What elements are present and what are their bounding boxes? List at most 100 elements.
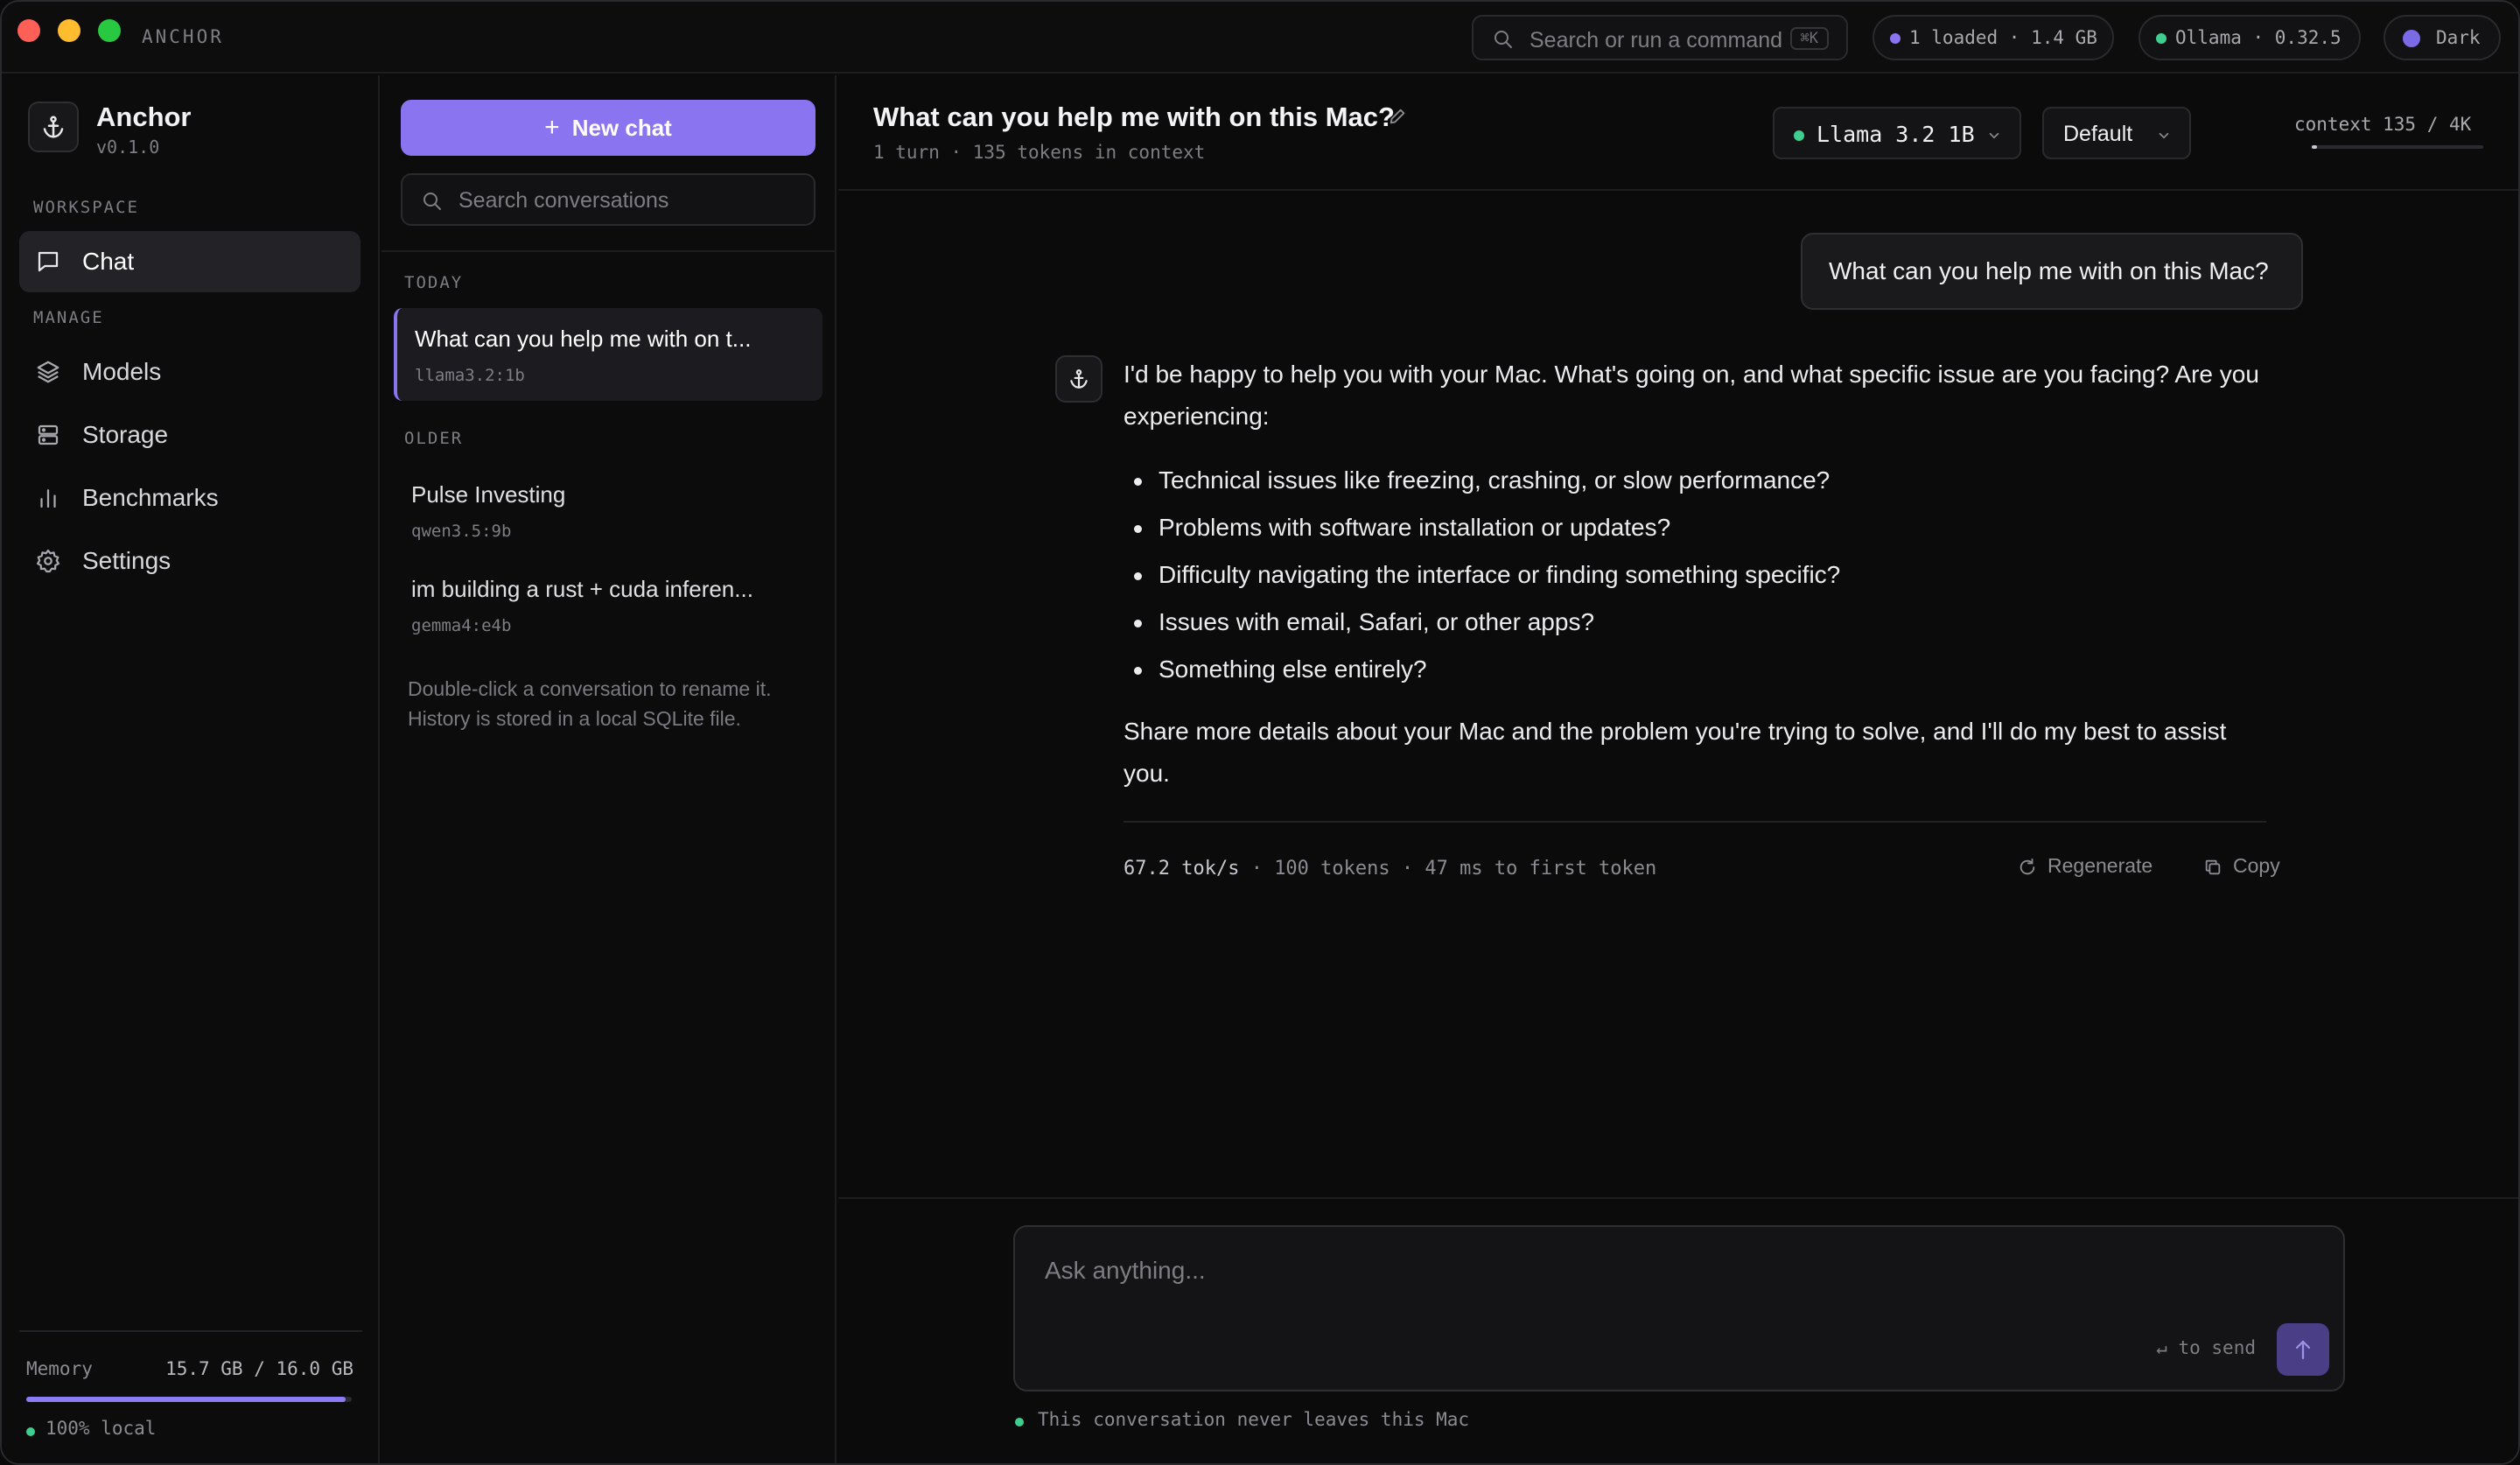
list-item: Something else entirely? — [1124, 646, 2261, 693]
sidebar-item-label: Benchmarks — [82, 484, 219, 511]
command-search-placeholder: Search or run a command — [1530, 28, 1783, 53]
list-item: Difficulty navigating the interface or f… — [1124, 551, 2261, 599]
brand-version: v0.1.0 — [96, 137, 160, 158]
send-button[interactable] — [2277, 1323, 2329, 1376]
local-status-dot — [26, 1427, 35, 1436]
conversation-title: Pulse Investing — [411, 481, 566, 508]
brand-name: Anchor — [96, 102, 192, 132]
loaded-models-status[interactable]: 1 loaded · 1.4 GB — [1872, 15, 2114, 60]
message-input[interactable]: Ask anything... ↵ to send — [1013, 1225, 2345, 1391]
context-usage-label: context 135 / 4K — [2294, 114, 2472, 135]
memory-bar-fill — [26, 1397, 346, 1402]
minimize-window-button[interactable] — [58, 19, 80, 42]
assistant-avatar-anchor-icon — [1055, 355, 1102, 403]
chat-main: What can you help me with on this Mac? 1… — [838, 75, 2518, 1463]
message-input-placeholder: Ask anything... — [1045, 1257, 1206, 1284]
generation-stats-detail: · 100 tokens · 47 ms to first token — [1239, 858, 1657, 880]
conversation-hint: Double-click a conversation to rename it… — [408, 677, 772, 730]
list-item: Technical issues like freezing, crashing… — [1124, 457, 2261, 504]
ollama-status-text: Ollama · 0.32.5 — [2175, 27, 2342, 48]
assistant-message-list: Technical issues like freezing, crashing… — [1124, 457, 2261, 693]
conversation-panel: + New chat Search conversations TODAY Wha… — [382, 75, 836, 1463]
memory-bar — [26, 1397, 352, 1402]
sidebar-item-benchmarks[interactable]: Benchmarks — [19, 467, 360, 529]
pencil-icon[interactable] — [1388, 107, 1407, 130]
copy-label: Copy — [2233, 854, 2280, 877]
storage-icon — [35, 422, 61, 452]
local-status-label: 100% local — [46, 1418, 157, 1439]
gear-icon — [35, 548, 61, 578]
chat-title: What can you help me with on this Mac? — [873, 102, 1395, 132]
workspace-section-label: WORKSPACE — [33, 198, 139, 217]
user-message: What can you help me with on this Mac? — [1801, 233, 2303, 310]
anchor-logo-icon — [28, 102, 79, 152]
chat-header: What can you help me with on this Mac? 1… — [838, 75, 2518, 191]
copy-button[interactable]: Copy — [2203, 854, 2280, 884]
chat-icon — [35, 249, 61, 279]
search-icon — [422, 191, 443, 216]
message-divider — [1124, 821, 2266, 823]
sidebar-item-label: Chat — [82, 248, 135, 275]
chevron-down-icon — [1986, 128, 2002, 148]
sidebar-item-settings[interactable]: Settings — [19, 530, 360, 592]
layers-icon — [35, 359, 61, 389]
composer-area: Ask anything... ↵ to send This conversat… — [838, 1197, 2518, 1463]
app-window: ANCHOR Search or run a command ⌘K 1 load… — [0, 0, 2520, 1465]
sidebar: Anchor v0.1.0 WORKSPACE Chat MANAGE Mode… — [2, 75, 380, 1463]
manage-section-label: MANAGE — [33, 308, 104, 327]
privacy-status-dot — [1015, 1418, 1024, 1426]
conversation-title: im building a rust + cuda inferen... — [411, 576, 753, 602]
search-icon — [1493, 29, 1514, 54]
theme-label: Dark — [2436, 27, 2481, 48]
tokens-per-second: 67.2 tok/s — [1124, 858, 1240, 880]
title-bar: ANCHOR Search or run a command ⌘K 1 load… — [2, 2, 2518, 74]
memory-label: Memory — [26, 1358, 93, 1379]
conversation-item[interactable]: im building a rust + cuda inferen... gem… — [394, 558, 822, 651]
context-usage-bar — [2312, 145, 2483, 149]
theme-toggle[interactable]: Dark — [2384, 15, 2501, 60]
preset-select[interactable]: Default — [2042, 107, 2191, 159]
close-window-button[interactable] — [18, 19, 40, 42]
conversation-search-placeholder: Search conversations — [458, 188, 669, 213]
list-item: Issues with email, Safari, or other apps… — [1124, 599, 2261, 646]
command-search[interactable]: Search or run a command ⌘K — [1472, 15, 1848, 60]
plus-icon: + — [544, 113, 560, 142]
shortcut-badge: ⌘K — [1789, 27, 1829, 50]
conversation-search-input[interactable]: Search conversations — [401, 173, 816, 226]
sidebar-item-label: Settings — [82, 547, 172, 574]
model-select[interactable]: Llama 3.2 1B — [1773, 107, 2021, 159]
sidebar-item-chat[interactable]: Chat — [19, 231, 360, 292]
older-group-label: OLDER — [404, 429, 464, 448]
regenerate-button[interactable]: Regenerate — [2018, 854, 2152, 884]
assistant-message-outro: Share more details about your Mac and th… — [1124, 718, 2227, 787]
conversation-model: qwen3.5:9b — [411, 522, 512, 541]
sidebar-divider — [19, 1330, 362, 1332]
chat-meta: 1 turn · 135 tokens in context — [873, 142, 1206, 163]
ollama-status[interactable]: Ollama · 0.32.5 — [2138, 15, 2361, 60]
model-select-label: Llama 3.2 1B — [1816, 122, 1975, 147]
zoom-window-button[interactable] — [98, 19, 121, 42]
ollama-status-dot — [2156, 33, 2166, 44]
conversation-item[interactable]: Pulse Investing qwen3.5:9b — [394, 464, 822, 557]
theme-icon — [2403, 30, 2420, 47]
generation-stats: 67.2 tok/s · 100 tokens · 47 ms to first… — [1124, 858, 1656, 880]
memory-value: 15.7 GB / 16.0 GB — [165, 1358, 354, 1379]
sidebar-item-storage[interactable]: Storage — [19, 404, 360, 466]
regenerate-label: Regenerate — [2048, 854, 2153, 877]
conversation-model: gemma4:e4b — [411, 616, 512, 635]
conversation-title: What can you help me with on t... — [415, 326, 752, 352]
conversation-divider — [382, 250, 835, 252]
copy-icon — [2203, 858, 2222, 882]
loaded-status-dot — [1890, 33, 1900, 44]
conversation-item[interactable]: What can you help me with on t... llama3… — [394, 308, 822, 401]
conversation-model: llama3.2:1b — [415, 366, 525, 385]
preset-select-label: Default — [2063, 122, 2133, 146]
user-message-text: What can you help me with on this Mac? — [1829, 257, 2269, 284]
sidebar-item-label: Models — [82, 358, 162, 385]
refresh-icon — [2018, 858, 2037, 882]
sidebar-item-models[interactable]: Models — [19, 341, 360, 403]
new-chat-button[interactable]: + New chat — [401, 100, 816, 156]
privacy-note: This conversation never leaves this Mac — [1038, 1409, 1470, 1430]
context-usage-fill — [2312, 145, 2318, 149]
chevron-down-icon — [2156, 128, 2172, 148]
